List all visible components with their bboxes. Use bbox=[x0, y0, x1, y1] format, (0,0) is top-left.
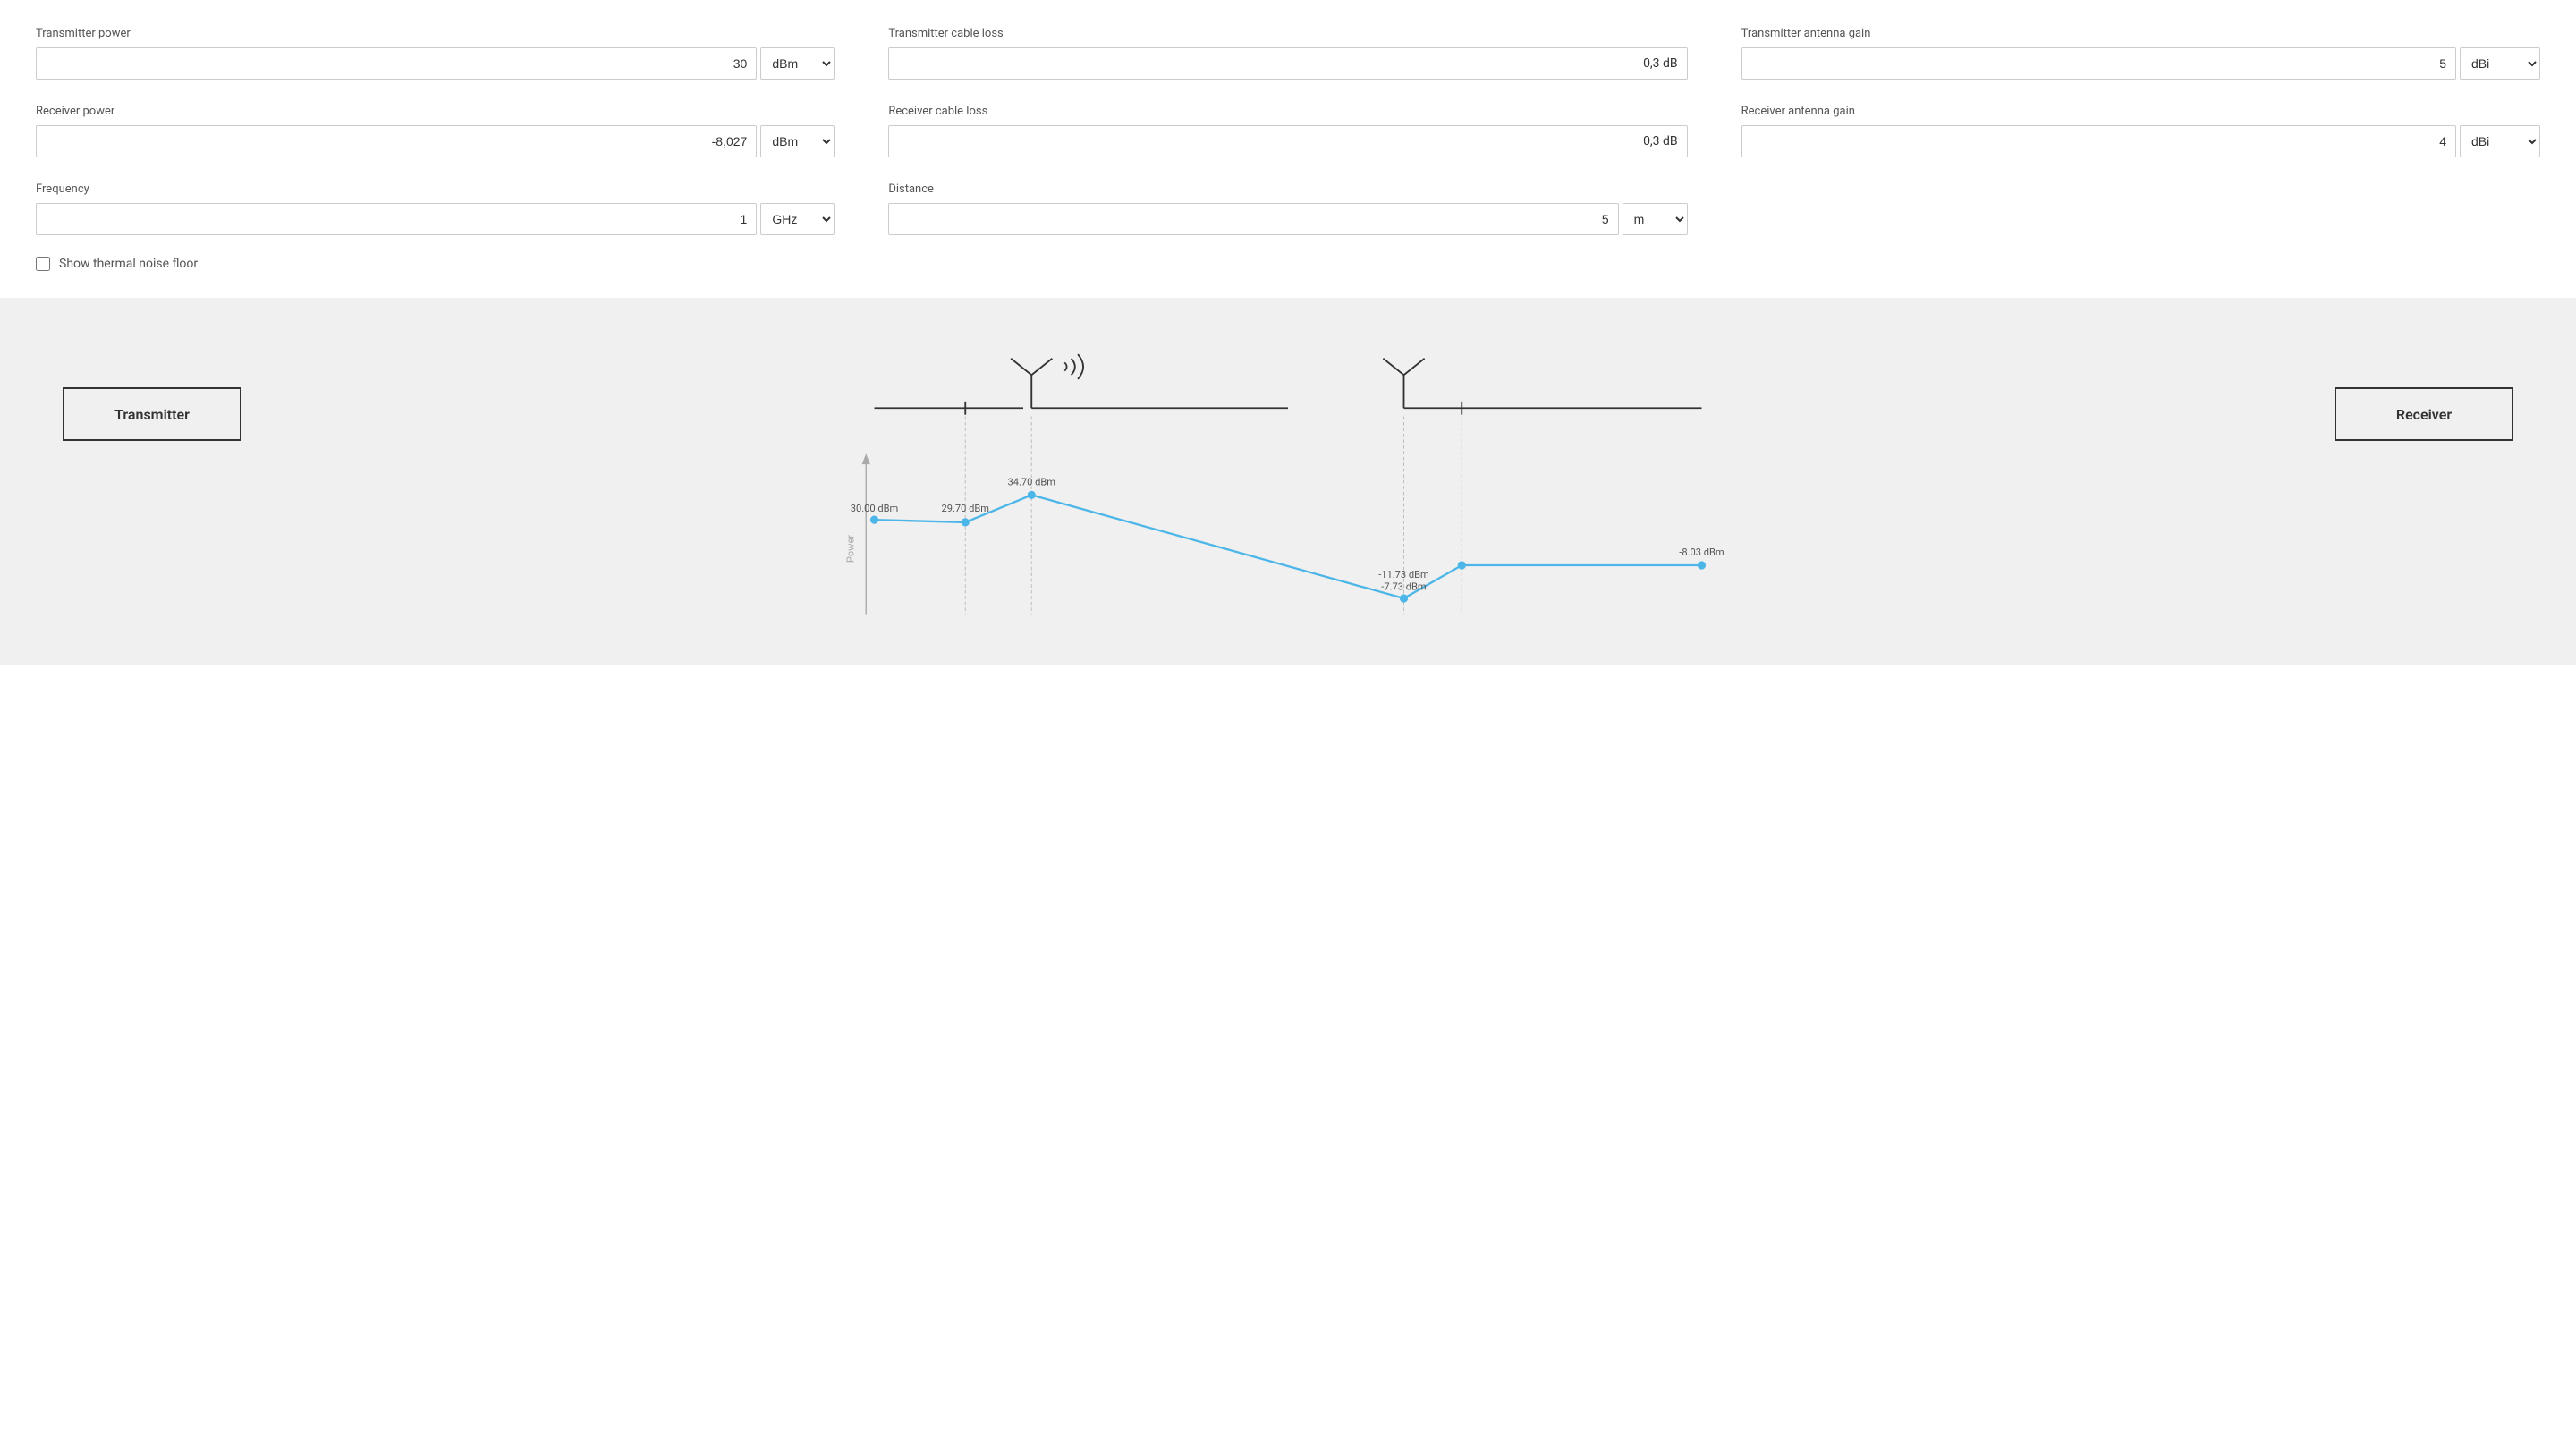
svg-text:34.70 dBm: 34.70 dBm bbox=[1007, 476, 1055, 487]
thermal-noise-row: Show thermal noise floor bbox=[36, 257, 2540, 271]
transmitter-antenna-gain-group: Transmitter antenna gain dBi dBd bbox=[1741, 27, 2540, 80]
frequency-unit[interactable]: GHz MHz kHz Hz bbox=[760, 203, 835, 235]
transmitter-power-label: Transmitter power bbox=[36, 27, 835, 40]
transmitter-antenna-gain-label: Transmitter antenna gain bbox=[1741, 27, 2540, 40]
frequency-group: Frequency GHz MHz kHz Hz bbox=[36, 182, 835, 235]
distance-input[interactable] bbox=[888, 203, 1618, 235]
distance-label: Distance bbox=[888, 182, 1687, 196]
receiver-cable-loss-group: Receiver cable loss 0,3 dB bbox=[888, 105, 1687, 157]
transmitter-power-input[interactable] bbox=[36, 47, 757, 80]
receiver-power-label: Receiver power bbox=[36, 105, 835, 118]
transmitter-power-unit[interactable]: dBm mW W bbox=[760, 47, 835, 80]
svg-text:-11.73 dBm: -11.73 dBm bbox=[1378, 569, 1429, 580]
receiver-cable-loss-value: 0,3 dB bbox=[888, 125, 1687, 157]
receiver-antenna-gain-row: dBi dBd bbox=[1741, 125, 2540, 157]
transmitter-antenna-gain-row: dBi dBd bbox=[1741, 47, 2540, 80]
transmitter-cable-loss-label: Transmitter cable loss bbox=[888, 27, 1687, 40]
receiver-antenna-gain-label: Receiver antenna gain bbox=[1741, 105, 2540, 118]
frequency-label: Frequency bbox=[36, 182, 835, 196]
frequency-row: GHz MHz kHz Hz bbox=[36, 203, 835, 235]
svg-text:30.00 dBm: 30.00 dBm bbox=[851, 503, 899, 514]
receiver-antenna-gain-input[interactable] bbox=[1741, 125, 2456, 157]
transmitter-cable-loss-value: 0,3 dB bbox=[888, 47, 1687, 80]
top-section: Transmitter power dBm mW W Transmitter c… bbox=[0, 0, 2576, 298]
svg-text:Power: Power bbox=[844, 535, 856, 563]
receiver-power-input[interactable] bbox=[36, 125, 757, 157]
receiver-antenna-gain-group: Receiver antenna gain dBi dBd bbox=[1741, 105, 2540, 157]
receiver-cable-loss-label: Receiver cable loss bbox=[888, 105, 1687, 118]
transmitter-antenna-gain-unit[interactable]: dBi dBd bbox=[2460, 47, 2540, 80]
svg-text:-8.03 dBm: -8.03 dBm bbox=[1679, 547, 1724, 558]
distance-unit[interactable]: m km mi ft bbox=[1623, 203, 1688, 235]
svg-text:-7.73 dBm: -7.73 dBm bbox=[1381, 581, 1426, 593]
transmitter-power-group: Transmitter power dBm mW W bbox=[36, 27, 835, 80]
distance-row: m km mi ft bbox=[888, 203, 1687, 235]
show-thermal-noise-checkbox[interactable] bbox=[36, 257, 50, 271]
receiver-cable-loss-row: 0,3 dB bbox=[888, 125, 1687, 157]
diagram-svg: Power 30.00 dBm 29.70 dBm 34.70 dBm -7.7… bbox=[36, 334, 2540, 665]
receiver-antenna-gain-unit[interactable]: dBi dBd bbox=[2460, 125, 2540, 157]
bottom-section: Transmitter Receiver bbox=[0, 298, 2576, 665]
receiver-power-row: dBm mW W bbox=[36, 125, 835, 157]
receiver-power-unit[interactable]: dBm mW W bbox=[760, 125, 835, 157]
svg-text:29.70 dBm: 29.70 dBm bbox=[941, 503, 989, 514]
diagram-area: Transmitter Receiver bbox=[36, 334, 2540, 665]
empty-cell bbox=[1741, 182, 2540, 235]
receiver-power-group: Receiver power dBm mW W bbox=[36, 105, 835, 157]
form-grid: Transmitter power dBm mW W Transmitter c… bbox=[36, 27, 2540, 235]
frequency-input[interactable] bbox=[36, 203, 757, 235]
transmitter-antenna-gain-input[interactable] bbox=[1741, 47, 2456, 80]
transmitter-power-row: dBm mW W bbox=[36, 47, 835, 80]
transmitter-cable-loss-row: 0,3 dB bbox=[888, 47, 1687, 80]
show-thermal-noise-label[interactable]: Show thermal noise floor bbox=[59, 257, 198, 271]
transmitter-cable-loss-group: Transmitter cable loss 0,3 dB bbox=[888, 27, 1687, 80]
distance-group: Distance m km mi ft bbox=[888, 182, 1687, 235]
